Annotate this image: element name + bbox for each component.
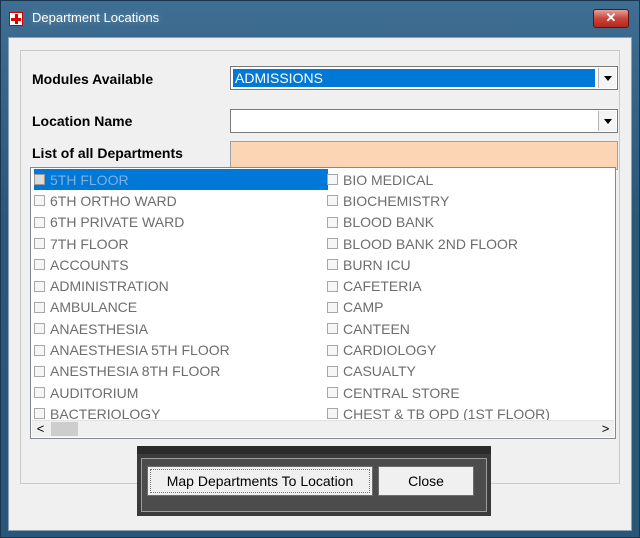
department-checkbox[interactable]	[34, 280, 45, 292]
department-label: CAFETERIA	[343, 278, 422, 295]
department-checkbox[interactable]	[327, 344, 338, 356]
map-departments-button-label: Map Departments To Location	[166, 473, 354, 489]
department-checkbox[interactable]	[327, 280, 338, 292]
close-button-label: Close	[408, 473, 444, 489]
department-checkbox[interactable]	[327, 387, 338, 399]
modules-selected-value: ADMISSIONS	[233, 69, 595, 87]
department-item[interactable]: ANAESTHESIA	[34, 318, 328, 339]
department-label: CASUALTY	[343, 363, 416, 380]
location-value	[233, 112, 595, 130]
button-bar-top-strip	[137, 446, 491, 454]
map-departments-button[interactable]: Map Departments To Location	[147, 466, 373, 496]
department-item[interactable]: BIOCHEMISTRY	[327, 190, 550, 211]
department-checkbox[interactable]	[34, 301, 45, 313]
department-label: 7TH FLOOR	[50, 235, 129, 252]
department-item[interactable]: CAFETERIA	[327, 275, 550, 296]
department-item[interactable]: 7TH FLOOR	[34, 233, 328, 254]
department-label: ANAESTHESIA 5TH FLOOR	[50, 342, 230, 359]
department-checkbox[interactable]	[327, 365, 338, 377]
department-checkbox[interactable]	[327, 195, 338, 207]
department-item[interactable]: CAMP	[327, 297, 550, 318]
department-item[interactable]: AMBULANCE	[34, 297, 328, 318]
departments-list-label: List of all Departments	[32, 145, 183, 161]
department-label: CANTEEN	[343, 320, 410, 337]
department-item[interactable]: 5TH FLOOR	[34, 169, 328, 191]
dialog-window: Department Locations ✕ Modules Available…	[0, 0, 640, 538]
department-label: 6TH PRIVATE WARD	[50, 214, 185, 231]
department-label: CARDIOLOGY	[343, 342, 437, 359]
department-checkbox[interactable]	[34, 174, 45, 186]
department-item[interactable]: CARDIOLOGY	[327, 339, 550, 360]
department-checkbox[interactable]	[327, 323, 338, 335]
department-label: ADMINISTRATION	[50, 278, 169, 295]
department-label: BLOOD BANK	[343, 214, 435, 231]
department-label: AUDITORIUM	[50, 384, 139, 401]
department-checkbox[interactable]	[34, 238, 45, 250]
window-close-button[interactable]: ✕	[593, 9, 629, 28]
location-label: Location Name	[32, 113, 133, 129]
department-label: 5TH FLOOR	[50, 171, 129, 188]
departments-column-1: 5TH FLOOR 6TH ORTHO WARD 6TH PRIVATE WARD 7…	[34, 169, 328, 425]
department-checkbox[interactable]	[34, 387, 45, 399]
department-checkbox[interactable]	[327, 259, 338, 271]
department-item[interactable]: 6TH PRIVATE WARD	[34, 212, 328, 233]
department-label: CENTRAL STORE	[343, 384, 460, 401]
department-checkbox[interactable]	[327, 408, 338, 420]
department-checkbox[interactable]	[34, 259, 45, 271]
department-item[interactable]: BIO MEDICAL	[327, 169, 550, 190]
dialog-body: Modules Available ADMISSIONS Location Na…	[8, 37, 632, 531]
department-checkbox[interactable]	[327, 238, 338, 250]
department-label: ANESTHESIA 8TH FLOOR	[50, 363, 221, 380]
modules-dropdown[interactable]: ADMISSIONS	[230, 66, 618, 90]
department-item[interactable]: ADMINISTRATION	[34, 275, 328, 296]
department-label: BLOOD BANK 2ND FLOOR	[343, 235, 519, 252]
window-title: Department Locations	[32, 10, 160, 25]
department-label: CAMP	[343, 299, 384, 316]
department-label: 6TH ORTHO WARD	[50, 192, 177, 209]
department-label: BIO MEDICAL	[343, 171, 434, 188]
department-item[interactable]: AUDITORIUM	[34, 382, 328, 403]
horizontal-scrollbar[interactable]: < >	[32, 420, 614, 437]
department-checkbox[interactable]	[327, 174, 338, 186]
department-item[interactable]: BLOOD BANK	[327, 212, 550, 233]
department-item[interactable]: CASUALTY	[327, 361, 550, 382]
close-button[interactable]: Close	[378, 466, 474, 496]
department-item[interactable]: CANTEEN	[327, 318, 550, 339]
department-label: ACCOUNTS	[50, 256, 129, 273]
title-bar[interactable]: Department Locations ✕	[1, 1, 639, 37]
department-checkbox[interactable]	[34, 323, 45, 335]
location-info-box	[230, 141, 618, 170]
red-cross-icon	[9, 12, 23, 26]
department-item[interactable]: CENTRAL STORE	[327, 382, 550, 403]
department-item[interactable]: BLOOD BANK 2ND FLOOR	[327, 233, 550, 254]
department-checkbox[interactable]	[34, 344, 45, 356]
scroll-right-icon[interactable]: >	[597, 421, 614, 437]
departments-checklist[interactable]: 5TH FLOOR 6TH ORTHO WARD 6TH PRIVATE WARD 7…	[30, 167, 616, 439]
departments-column-2: BIO MEDICAL BIOCHEMISTRY BLOOD BANK BLOOD B…	[327, 169, 550, 425]
department-label: AMBULANCE	[50, 299, 138, 316]
department-item[interactable]: ANESTHESIA 8TH FLOOR	[34, 361, 328, 382]
location-dropdown[interactable]	[230, 109, 618, 133]
department-item[interactable]: ACCOUNTS	[34, 254, 328, 275]
chevron-down-icon[interactable]	[598, 68, 616, 88]
department-label: BIOCHEMISTRY	[343, 192, 450, 209]
chevron-down-icon[interactable]	[598, 111, 616, 131]
scroll-left-icon[interactable]: <	[32, 421, 49, 437]
department-label: ANAESTHESIA	[50, 320, 149, 337]
department-checkbox[interactable]	[327, 301, 338, 313]
department-item[interactable]: 6TH ORTHO WARD	[34, 190, 328, 211]
department-item[interactable]: ANAESTHESIA 5TH FLOOR	[34, 339, 328, 360]
scroll-thumb[interactable]	[51, 422, 78, 436]
department-item[interactable]: BURN ICU	[327, 254, 550, 275]
department-label: BURN ICU	[343, 256, 411, 273]
modules-label: Modules Available	[32, 71, 154, 87]
department-checkbox[interactable]	[34, 365, 45, 377]
department-checkbox[interactable]	[34, 408, 45, 420]
department-checkbox[interactable]	[34, 195, 45, 207]
department-checkbox[interactable]	[327, 216, 338, 228]
department-checkbox[interactable]	[34, 216, 45, 228]
